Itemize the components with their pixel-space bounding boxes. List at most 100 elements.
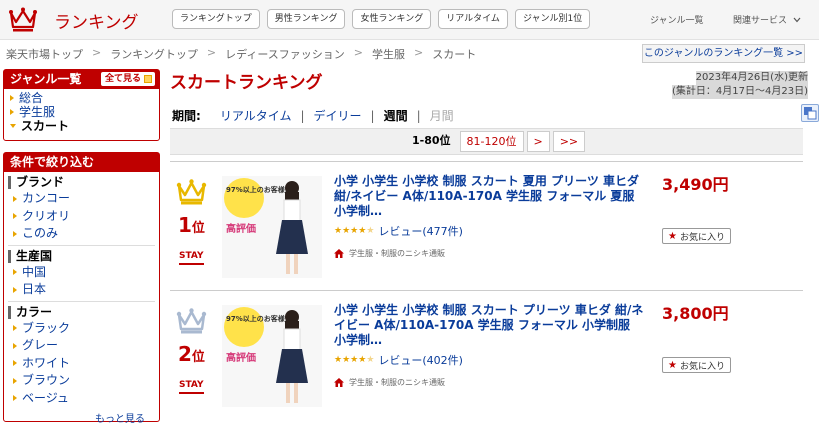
shop-house-icon — [334, 249, 344, 258]
rank-number: 1位 — [178, 213, 205, 237]
genre-box-header: ジャンル一覧 全て見る — [4, 70, 159, 89]
update-date: 2023年4月26日(水)更新 (集計日：4月17日〜4月23日) — [672, 71, 808, 99]
favorite-button[interactable]: ★ お気に入り — [662, 228, 731, 244]
breadcrumb-current: スカート — [432, 48, 477, 61]
triangle-right-icon — [13, 230, 17, 237]
genre-list: 総合 学生服 スカート — [4, 89, 159, 137]
aggregation-range-text: (集計日：4月17日〜4月23日) — [672, 85, 808, 99]
filter-label: ホワイト — [22, 355, 71, 370]
product-thumbnail[interactable]: 97%以上のお客様から 高評価 — [222, 305, 322, 407]
shop-row: 学生服・制服のニシキ通販 — [334, 377, 445, 388]
rank-status: STAY — [179, 380, 204, 390]
filter-item-country[interactable]: 中国 — [4, 264, 159, 282]
filter-box-header: 条件で絞り込む — [4, 153, 159, 172]
divider — [8, 244, 155, 246]
star-icon: ★ — [358, 226, 367, 236]
genre-label: スカート — [21, 119, 70, 133]
square-icon — [144, 75, 152, 83]
top-nav: ランキングトップ 男性ランキング 女性ランキング リアルタイム ジャンル別1位 — [172, 9, 591, 29]
period-monthly: 月間 — [429, 109, 454, 123]
rating-badge — [224, 178, 264, 218]
rank-number: 2位 — [178, 342, 205, 366]
pagination: 1-80位 81-120位 > >> — [406, 131, 586, 152]
shop-name-link[interactable]: 学生服・制服のニシキ通販 — [349, 248, 445, 259]
acclaim-text: 高評価 — [226, 224, 256, 235]
breadcrumb-separator: > — [206, 46, 217, 59]
filter-label: グレー — [22, 338, 59, 352]
period-separator: | — [416, 108, 421, 123]
crown-logo-icon[interactable] — [8, 5, 38, 33]
nav-ranking-top[interactable]: ランキングトップ — [172, 9, 260, 29]
star-icon: ★ — [668, 359, 677, 371]
model-image — [276, 310, 308, 403]
breadcrumb-separator: > — [92, 46, 102, 59]
see-all-button[interactable]: 全て見る — [100, 72, 155, 86]
genre-item-school-uniform[interactable]: 学生服 — [10, 105, 159, 119]
filter-group-country: 生産国 — [8, 249, 159, 263]
breadcrumb: 楽天市場トップ > ランキングトップ > レディースファッション > 学生服 > スカー… — [6, 46, 476, 62]
nav-male-ranking[interactable]: 男性ランキング — [266, 9, 346, 29]
breadcrumb-separator: > — [353, 46, 364, 59]
filter-item-country[interactable]: 日本 — [4, 281, 159, 299]
product-title-link[interactable]: 小学 小学生 小学校 制服 スカート 夏用 プリーツ 車ヒダ 紺/ネイビー A体… — [334, 174, 644, 219]
triangle-right-icon — [13, 395, 17, 402]
triangle-right-icon — [13, 325, 17, 332]
review-count-link[interactable]: レビュー(477件) — [378, 223, 463, 239]
breadcrumb-item[interactable]: 学生服 — [372, 46, 405, 62]
translate-icon[interactable] — [801, 104, 819, 122]
triangle-right-icon — [10, 109, 14, 115]
price: 3,490円 — [662, 175, 729, 194]
star-rating: ★ ★ ★ ★ ★ — [334, 226, 374, 236]
related-services-menu[interactable]: 関連サービス — [733, 13, 801, 26]
filter-label: 中国 — [22, 264, 47, 279]
filter-item-brand[interactable]: クリオリ — [4, 208, 159, 226]
half-star-icon: ★ — [366, 355, 375, 365]
genre-list-link[interactable]: ジャンル一覧 — [650, 13, 704, 26]
next-page-button[interactable]: > — [526, 131, 550, 152]
genre-item-overall[interactable]: 総合 — [10, 91, 159, 105]
product-thumbnail[interactable]: 97%以上のお客様から 高評価 — [222, 176, 322, 278]
rank-suffix: 位 — [191, 221, 205, 236]
period-realtime[interactable]: リアルタイム — [220, 107, 292, 124]
filter-label: カンコー — [22, 191, 71, 205]
filter-item-color[interactable]: ブラウン — [4, 372, 159, 390]
price: 3,800円 — [662, 304, 729, 323]
breadcrumb-item[interactable]: 楽天市場トップ — [6, 46, 83, 62]
nav-female-ranking[interactable]: 女性ランキング — [352, 9, 432, 29]
breadcrumb-item[interactable]: レディースファッション — [225, 46, 345, 62]
period-daily[interactable]: デイリー — [314, 107, 362, 124]
filter-item-color[interactable]: グレー — [4, 337, 159, 355]
filter-item-brand[interactable]: このみ — [4, 225, 159, 243]
more-filters-link[interactable]: もっと見る — [95, 410, 145, 425]
triangle-right-icon — [13, 360, 17, 367]
genre-ranking-list-button[interactable]: このジャンルのランキング一覧 >> — [642, 44, 805, 63]
product-title-link[interactable]: 小学 小学生 小学校 制服 スカート プリーツ 車ヒダ 紺/ネイビー A体/11… — [334, 303, 644, 348]
filter-group-brand: ブランド — [8, 176, 159, 189]
triangle-right-icon — [13, 286, 17, 293]
header: ランキング ランキングトップ 男性ランキング 女性ランキング リアルタイム ジャ… — [0, 0, 819, 40]
filter-item-brand[interactable]: カンコー — [4, 190, 159, 208]
logo-text[interactable]: ランキング — [54, 8, 139, 33]
favorite-button[interactable]: ★ お気に入り — [662, 357, 731, 373]
star-icon: ★ — [342, 226, 351, 236]
filter-item-color[interactable]: ホワイト — [4, 355, 159, 373]
status-underline — [179, 392, 204, 394]
filter-label: このみ — [22, 226, 59, 240]
star-icon: ★ — [334, 226, 343, 236]
nav-realtime[interactable]: リアルタイム — [438, 9, 508, 29]
updated-date-text: 2023年4月26日(水)更新 — [695, 71, 808, 85]
triangle-right-icon — [13, 213, 17, 220]
filter-item-color[interactable]: ベージュ — [4, 390, 159, 408]
nav-genre-top[interactable]: ジャンル別1位 — [514, 9, 591, 29]
last-page-button[interactable]: >> — [552, 131, 586, 152]
filter-label: クリオリ — [22, 208, 71, 223]
favorite-label: お気に入り — [679, 361, 725, 372]
shop-row: 学生服・制服のニシキ通販 — [334, 248, 445, 259]
review-count-link[interactable]: レビュー(402件) — [378, 352, 463, 368]
shop-name-link[interactable]: 学生服・制服のニシキ通販 — [349, 377, 445, 388]
page-link[interactable]: 81-120位 — [459, 131, 524, 152]
genre-box-title: ジャンル一覧 — [10, 72, 82, 86]
star-icon: ★ — [334, 355, 343, 365]
breadcrumb-item[interactable]: ランキングトップ — [110, 46, 198, 62]
filter-item-color[interactable]: ブラック — [4, 320, 159, 338]
